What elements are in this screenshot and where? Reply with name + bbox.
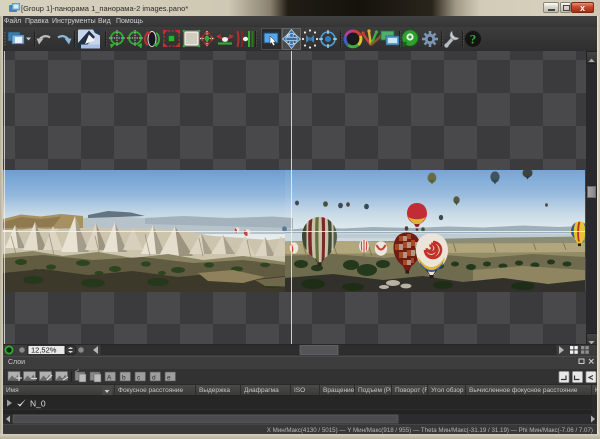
- svg-text:d: d: [152, 375, 156, 382]
- svg-text:b: b: [122, 375, 126, 382]
- svg-text:N_0: N_0: [30, 399, 46, 409]
- svg-text:A: A: [107, 375, 112, 382]
- svg-text:12,52%: 12,52%: [31, 346, 57, 355]
- svg-text:?: ?: [470, 32, 477, 47]
- svg-text:e: e: [167, 375, 171, 382]
